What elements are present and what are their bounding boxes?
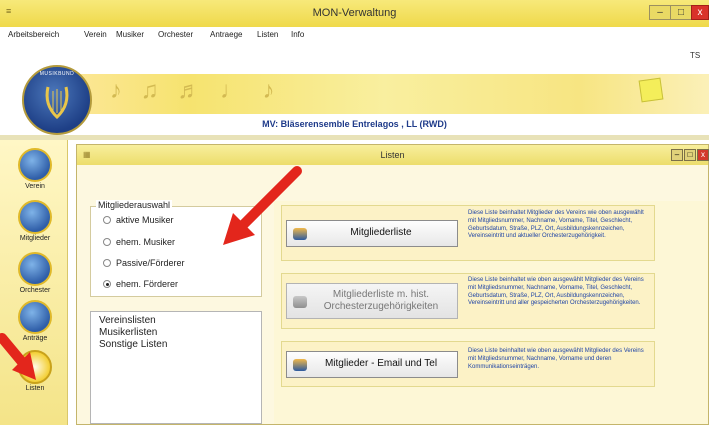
red-arrow-icon [223, 166, 302, 245]
maximize-button[interactable]: □ [670, 5, 692, 20]
red-arrow-icon [0, 333, 36, 380]
list-category-tree: Vereinslisten Musikerlisten Sonstige Lis… [90, 311, 262, 424]
mitglieder-email-tel-button[interactable]: Mitglieder - Email und Tel [286, 351, 458, 378]
radio-label: ehem. Förderer [116, 279, 179, 289]
menu-musiker[interactable]: Musiker [116, 30, 144, 39]
listen-window: ▦ Listen – □ x Mitgliederauswahl aktive … [76, 144, 709, 425]
menu-antraege[interactable]: Antraege [210, 30, 242, 39]
action-description: Diese Liste beinhaltet wie oben ausgewäh… [468, 277, 644, 307]
antraege-emblem-icon [18, 300, 52, 334]
verein-emblem-icon [18, 148, 52, 182]
window-title: MON-Verwaltung [312, 7, 397, 19]
nav-item-mitglieder[interactable]: Mitglieder [9, 200, 61, 242]
mitgliederliste-hist-button[interactable]: Mitgliederliste m. hist. Orchesterzugehö… [286, 283, 458, 319]
tree-item-musikerlisten[interactable]: Musikerlisten [99, 327, 157, 338]
tree-item-sonstige-listen[interactable]: Sonstige Listen [99, 339, 167, 350]
list-actions-panel: Mitgliederliste Diese Liste beinhaltet M… [274, 201, 708, 424]
report-icon [293, 296, 307, 308]
menu-arbeitsbereich[interactable]: Arbeitsbereich [8, 30, 59, 39]
instruments-graphic: ♪ ♫ ♬ ♩ ♪ [110, 77, 281, 104]
nav-label: Mitglieder [19, 235, 51, 242]
radio-button[interactable] [103, 216, 111, 224]
button-label: Mitglieder - Email und Tel [324, 358, 438, 370]
inner-maximize-button[interactable]: □ [684, 149, 696, 161]
radio-ehem-foerderer[interactable]: ehem. Förderer [103, 279, 178, 289]
radio-aktive-musiker[interactable]: aktive Musiker [103, 215, 174, 225]
radio-button[interactable] [103, 238, 111, 246]
app-window: ≡ MON-Verwaltung – □ x Arbeitsbereich Ve… [0, 0, 709, 425]
report-icon [293, 359, 307, 371]
inner-close-button[interactable]: x [697, 149, 709, 161]
menu-listen[interactable]: Listen [257, 30, 278, 39]
menu-verein[interactable]: Verein [84, 30, 107, 39]
tree-item-vereinslisten[interactable]: Vereinslisten [99, 315, 156, 326]
member-selection-legend: Mitgliederauswahl [96, 200, 173, 210]
listen-window-body: Mitgliederauswahl aktive Musiker ehem. M… [77, 165, 708, 424]
orchester-emblem-icon [18, 252, 52, 286]
banner-divider [0, 135, 709, 140]
nav-label: Verein [25, 183, 45, 190]
radio-label: aktive Musiker [116, 215, 174, 225]
button-label: Mitgliederliste [350, 227, 412, 239]
action-card-email-tel: Mitglieder - Email und Tel Diese Liste b… [281, 341, 655, 387]
action-description: Diese Liste beinhaltet Mitglieder des Ve… [468, 210, 644, 240]
button-label: Mitgliederliste m. hist. Orchesterzugehö… [323, 288, 439, 313]
radio-button-checked[interactable] [103, 280, 111, 288]
nav-item-orchester[interactable]: Orchester [9, 252, 61, 294]
listen-window-titlebar: ▦ Listen – □ x [77, 145, 709, 165]
action-description: Diese Liste beinhaltet wie oben ausgewäh… [468, 348, 644, 370]
radio-label: Passive/Förderer [116, 258, 185, 268]
radio-label: ehem. Musiker [116, 237, 176, 247]
radio-passive-foerderer[interactable]: Passive/Förderer [103, 258, 185, 268]
mitglieder-emblem-icon [18, 200, 52, 234]
user-initials: TS [690, 51, 701, 60]
action-card-hist-orchester: Mitgliederliste m. hist. Orchesterzugehö… [281, 273, 655, 329]
sticky-note-icon [638, 77, 664, 103]
close-button[interactable]: x [691, 5, 709, 20]
header-banner: TS ♪ ♫ ♬ ♩ ♪ MUSIKBUND MV: Bläserensembl… [0, 43, 709, 140]
radio-ehem-musiker[interactable]: ehem. Musiker [103, 237, 175, 247]
action-card-mitgliederliste: Mitgliederliste Diese Liste beinhaltet M… [281, 205, 655, 261]
association-subtitle: MV: Bläserensemble Entrelagos , LL (RWD) [262, 119, 447, 129]
inner-minimize-button[interactable]: – [671, 149, 683, 161]
mitgliederliste-button[interactable]: Mitgliederliste [286, 220, 458, 247]
nav-item-verein[interactable]: Verein [9, 148, 61, 190]
title-bar: ≡ MON-Verwaltung – □ x [0, 0, 709, 27]
menu-info[interactable]: Info [291, 30, 304, 39]
menu-bar: Arbeitsbereich Verein Musiker Orchester … [0, 27, 709, 43]
radio-button[interactable] [103, 259, 111, 267]
minimize-button[interactable]: – [649, 5, 671, 20]
nav-label: Orchester [19, 287, 51, 294]
menu-orchester[interactable]: Orchester [158, 30, 193, 39]
listen-window-title: Listen [380, 150, 405, 160]
